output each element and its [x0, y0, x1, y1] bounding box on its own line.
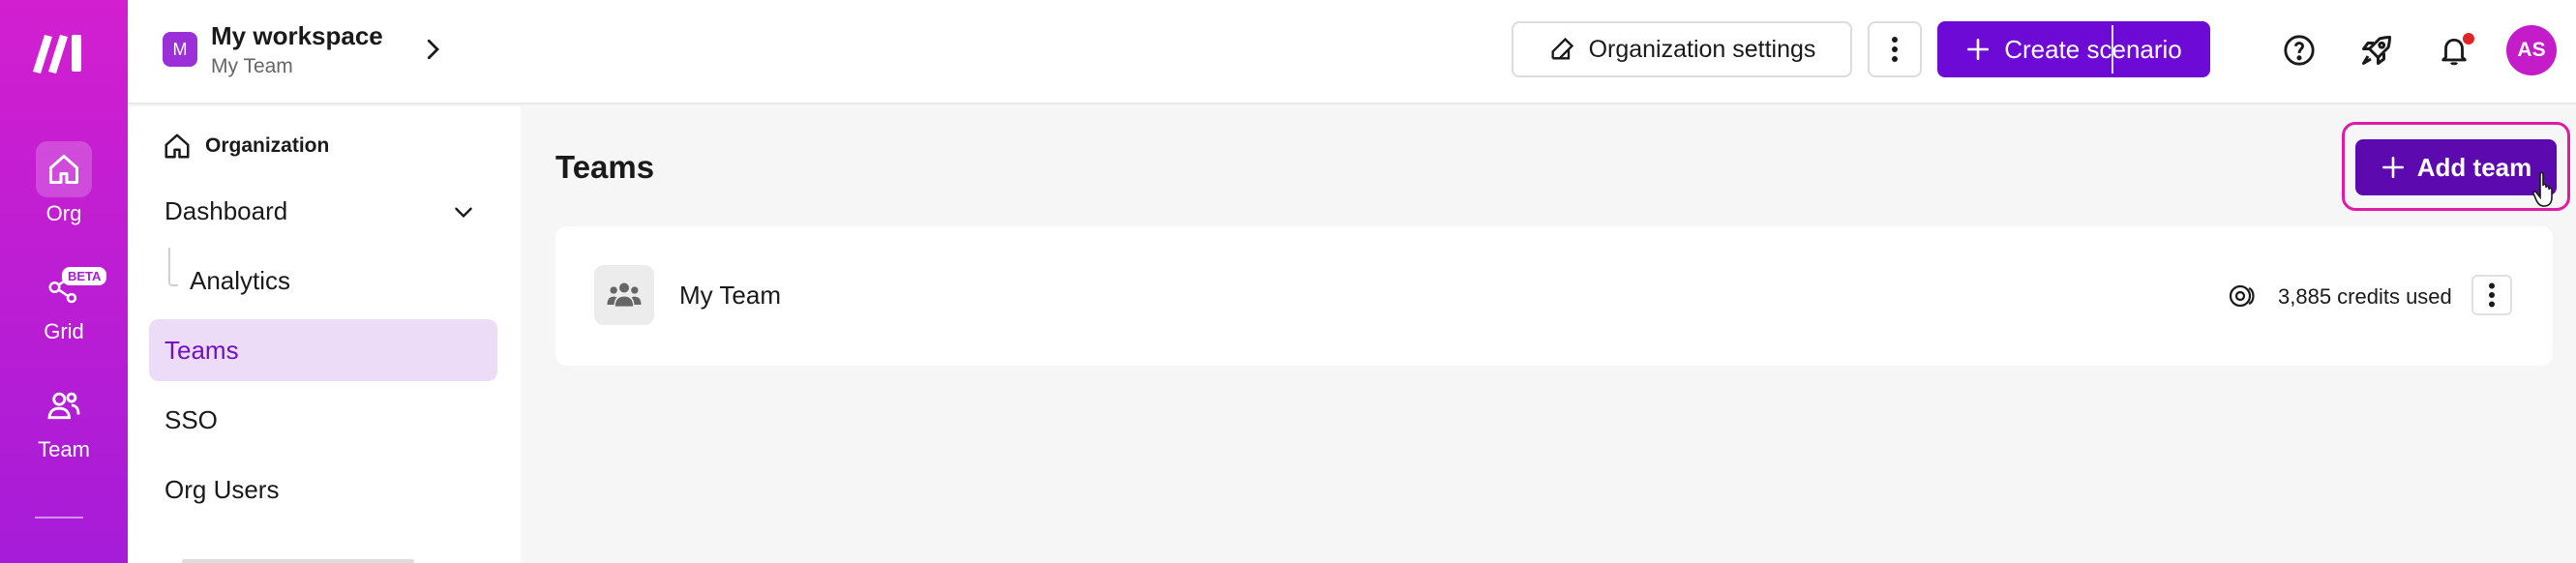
nav-heading: Organization [163, 132, 329, 161]
left-rail: Org Grid BETA Team [0, 0, 128, 563]
page-title: Teams [555, 149, 655, 185]
nav-item-analytics[interactable]: Analytics [174, 250, 497, 311]
rail-item-team[interactable]: Team [0, 377, 128, 462]
home-icon [36, 141, 92, 197]
workspace-badge[interactable]: M [163, 32, 197, 67]
chevron-down-icon[interactable] [451, 199, 476, 224]
help-button[interactable] [2278, 29, 2321, 72]
organization-settings-label: Organization settings [1588, 35, 1816, 63]
nav-item-dashboard[interactable]: Dashboard [149, 180, 497, 242]
team-icon [36, 377, 92, 433]
rail-item-org[interactable]: Org [0, 141, 128, 226]
rail-item-label: Org [45, 201, 82, 225]
organization-settings-button[interactable]: Organization settings [1512, 21, 1852, 77]
nav-scrollbar[interactable] [182, 559, 414, 563]
more-options-button[interactable] [1868, 21, 1922, 77]
side-nav: Organization Dashboard Analytics Teams S… [128, 106, 521, 563]
kebab-menu-icon [2489, 282, 2495, 308]
notification-dot [2463, 33, 2474, 44]
team-group-icon [607, 282, 642, 307]
credits-used: 3,885 credits used [2278, 284, 2452, 309]
nav-item-label: Analytics [190, 265, 291, 295]
hand-cursor-icon [2532, 171, 2553, 207]
nav-item-label: Dashboard [165, 195, 288, 225]
beta-badge: BETA [62, 267, 107, 285]
nav-item-sso[interactable]: SSO [149, 389, 497, 451]
nav-item-label: Org Users [165, 474, 280, 504]
launch-button[interactable] [2355, 29, 2398, 72]
add-team-label: Add team [2416, 152, 2532, 182]
nav-item-org-users[interactable]: Org Users [149, 459, 497, 520]
rocket-icon [2362, 36, 2391, 65]
help-icon [2284, 35, 2315, 66]
nav-item-label: Teams [165, 335, 239, 365]
add-team-button[interactable]: Add team [2355, 139, 2557, 195]
chevron-right-icon[interactable] [418, 35, 447, 64]
plus-icon [2381, 156, 2404, 179]
team-options-button[interactable] [2471, 275, 2512, 315]
edit-icon [1551, 37, 1573, 60]
nav-item-label: SSO [165, 404, 218, 434]
team-avatar [594, 265, 654, 325]
user-avatar[interactable]: AS [2506, 25, 2557, 75]
plus-icon [1967, 38, 1990, 61]
workspace-team[interactable]: My Team [211, 55, 293, 78]
nav-item-teams[interactable]: Teams [149, 319, 497, 381]
create-scenario-button[interactable]: Create scenario [1937, 21, 2210, 77]
rail-item-label: Grid [44, 319, 84, 343]
topbar-separator [2112, 25, 2113, 74]
create-scenario-label: Create scenario [2004, 34, 2182, 64]
rail-divider [35, 517, 83, 519]
make-logo-icon[interactable] [29, 29, 87, 74]
team-card[interactable]: My Team 3,885 credits used [555, 226, 2553, 366]
workspace-name[interactable]: My workspace [211, 21, 383, 51]
nav-heading-label: Organization [205, 134, 330, 157]
kebab-menu-icon [1892, 37, 1898, 62]
home-icon [165, 133, 190, 159]
rail-item-label: Team [38, 437, 90, 461]
team-name[interactable]: My Team [679, 281, 781, 311]
credits-icon [2229, 284, 2255, 308]
